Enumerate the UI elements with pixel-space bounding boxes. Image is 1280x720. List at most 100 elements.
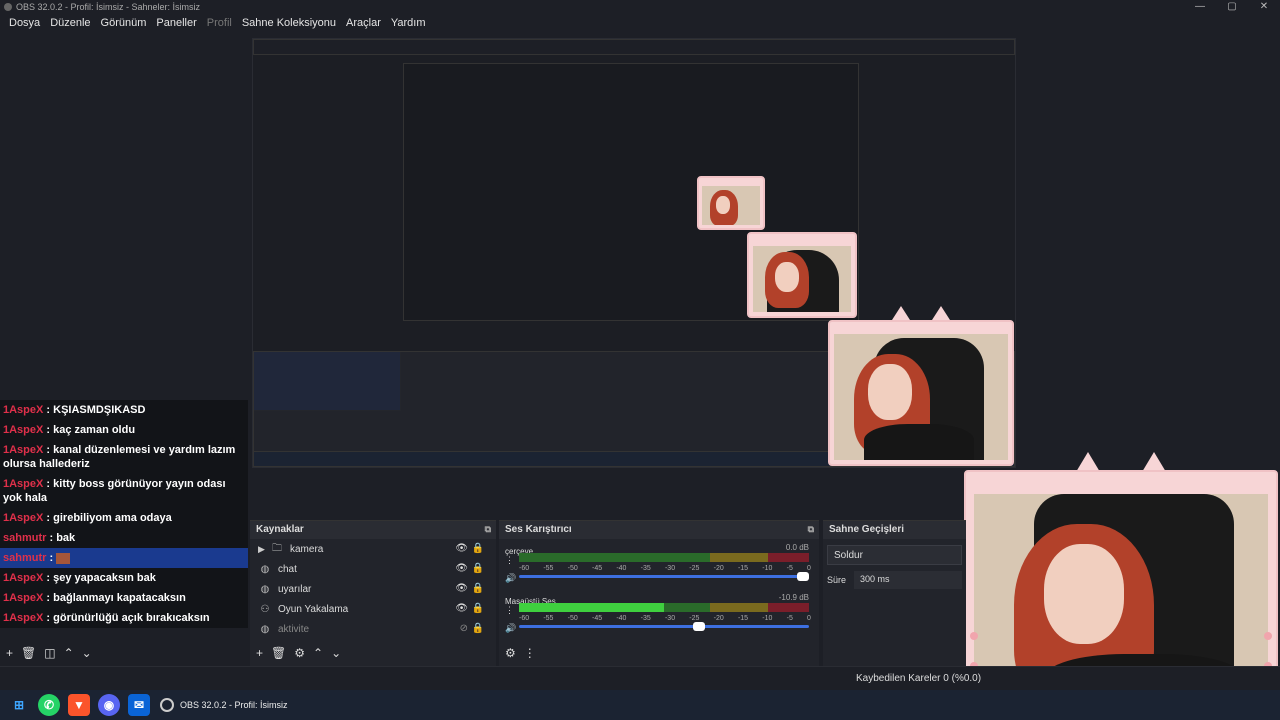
window-title: OBS 32.0.2 - Profil: İsimsiz - Sahneler:… — [16, 2, 201, 12]
slider-knob[interactable] — [797, 572, 810, 581]
mixer-channel-masaustu: Masaüstü Ses -10.9 dB ⋮ -60 -55 -50 -45 -40-… — [505, 593, 811, 634]
mixer-toolbar: ⚙ ⋮ — [505, 646, 536, 660]
outlook-icon[interactable]: ✉ — [128, 694, 150, 716]
menu-dosya[interactable]: Dosya — [4, 14, 45, 34]
menu-sahne-koleksiyonu[interactable]: Sahne Koleksiyonu — [237, 14, 341, 34]
undock-icon[interactable]: ⧉ — [808, 524, 814, 535]
chat-line: 1AspeX : KŞIASMDŞIKASD — [0, 400, 248, 420]
mixer-menu-icon[interactable]: ⋮ — [524, 646, 536, 660]
mixer-header: Ses Karıştırıcı ⧉ — [499, 521, 819, 539]
source-item-oyun-yakalama[interactable]: ⚇ Oyun Yakalama 👁 🔒 — [250, 599, 496, 619]
meter-ticks: -60 -55 -50 -45 -40 -35 -30 -25 -20 -15 -10 -5 0 — [519, 615, 811, 622]
move-up-icon[interactable]: ⌃ — [64, 646, 74, 660]
undock-icon[interactable]: ⧉ — [485, 524, 491, 535]
nested-webcam-frame-small — [697, 176, 765, 230]
close-button[interactable]: ✕ — [1254, 1, 1274, 12]
sources-toolbar: + 🗑 ⚙ ⌃ ⌄ — [256, 646, 341, 660]
source-item-uyarilar[interactable]: ◍ uyarılar 👁 🔒 — [250, 579, 496, 599]
menu-araclar[interactable]: Araçlar — [341, 14, 386, 34]
channel-menu-icon[interactable]: ⋮ — [505, 555, 514, 566]
maximize-button[interactable]: ▢ — [1222, 1, 1242, 12]
audio-mixer-dock: Ses Karıştırıcı ⧉ çerçeve 0.0 dB ⋮ -60 -5… — [499, 520, 819, 666]
transitions-header: Sahne Geçişleri — [823, 521, 966, 539]
cat-ear-right-large — [1142, 452, 1166, 472]
duration-field[interactable]: 300 ms — [854, 571, 962, 589]
visibility-eye-icon[interactable]: 👁 — [455, 603, 468, 614]
meter-ticks: -60 -55 -50 -45 -40 -35 -30 -25 -20 -15 -10 -5 0 — [519, 565, 811, 572]
mixer-channel-cerceve: çerçeve 0.0 dB ⋮ -60 -55 -50 -45 -40 -35 -30 -2… — [505, 543, 811, 584]
remove-source-icon[interactable]: 🗑 — [271, 646, 286, 660]
discord-icon[interactable]: ◉ — [98, 694, 120, 716]
browser-icon: ◍ — [260, 583, 270, 595]
scene-transitions-dock: Sahne Geçişleri Soldur Süre 300 ms — [823, 520, 966, 666]
brave-icon[interactable]: ▼ — [68, 694, 90, 716]
source-item-aktivite[interactable]: ◍ aktivite ⊘ 🔒 — [250, 619, 496, 639]
nested-menubar — [253, 39, 1015, 55]
speaker-icon[interactable]: 🔊 — [505, 623, 516, 634]
sources-header: Kaynaklar ⧉ — [250, 521, 496, 539]
move-up-icon[interactable]: ⌃ — [313, 646, 323, 660]
menu-yardim[interactable]: Yardım — [386, 14, 431, 34]
filters-icon[interactable]: ◫ — [44, 646, 55, 660]
windows-start-icon[interactable]: ⊞ — [8, 694, 30, 716]
webcam-overlay-medium — [828, 320, 1014, 466]
gamepad-icon: ⚇ — [260, 603, 270, 615]
add-source-icon[interactable]: + — [256, 646, 263, 660]
nested-chat — [253, 351, 401, 411]
visibility-eye-icon[interactable]: 👁 — [455, 563, 468, 574]
chat-line: 1AspeX : kanal düzenlemesi ve yardım laz… — [0, 440, 248, 474]
browser-icon: ◍ — [260, 563, 270, 575]
hidden-eye-icon[interactable]: ⊘ — [460, 623, 468, 634]
gear-icon[interactable]: ⚙ — [294, 646, 305, 660]
lock-icon[interactable]: 🔒 — [472, 603, 484, 614]
menu-paneller[interactable]: Paneller — [151, 14, 201, 34]
source-item-chat[interactable]: ◍ chat 👁 🔒 — [250, 559, 496, 579]
visibility-eye-icon[interactable]: 👁 — [455, 583, 468, 594]
cat-ear-right — [932, 306, 950, 320]
transition-select[interactable]: Soldur — [827, 545, 962, 565]
folder-icon: 🗀 — [272, 542, 282, 554]
menu-bar: Dosya Düzenle Görünüm Paneller Profil Sa… — [0, 14, 1280, 34]
volume-meter — [519, 553, 809, 562]
obs-app-icon — [4, 3, 12, 11]
scenes-dock: + 🗑 ◫ ⌃ ⌄ — [0, 520, 248, 666]
menu-duzenle[interactable]: Düzenle — [45, 14, 95, 34]
lock-icon[interactable]: 🔒 — [472, 623, 484, 634]
advanced-audio-icon[interactable]: ⚙ — [505, 646, 516, 660]
obs-taskbar-item[interactable]: OBS 32.0.2 - Profil: İsimsiz — [160, 698, 288, 712]
volume-slider[interactable] — [519, 622, 809, 631]
speaker-icon[interactable]: 🔊 — [505, 573, 516, 584]
obs-icon — [160, 698, 174, 712]
channel-menu-icon[interactable]: ⋮ — [505, 605, 514, 616]
volume-meter — [519, 603, 809, 612]
volume-slider[interactable] — [519, 572, 810, 581]
lock-icon[interactable]: 🔒 — [472, 583, 484, 594]
sources-dock: Kaynaklar ⧉ ▶ 🗀 kamera 👁 🔒 ◍ chat 👁 🔒 ◍ … — [250, 520, 496, 666]
scenes-toolbar: + 🗑 ◫ ⌃ ⌄ — [6, 646, 92, 660]
remove-scene-icon[interactable]: 🗑 — [21, 646, 36, 660]
add-scene-icon[interactable]: + — [6, 646, 13, 660]
move-down-icon[interactable]: ⌄ — [82, 646, 92, 660]
duration-row: Süre 300 ms — [827, 571, 962, 589]
menu-gorunum[interactable]: Görünüm — [96, 14, 152, 34]
taskbar: ⊞ ✆ ▼ ◉ ✉ OBS 32.0.2 - Profil: İsimsiz — [0, 690, 1280, 720]
nested-webcam-frame — [747, 232, 857, 318]
lock-icon[interactable]: 🔒 — [472, 543, 484, 554]
source-item-kamera[interactable]: ▶ 🗀 kamera 👁 🔒 — [250, 539, 496, 559]
chat-line: 1AspeX : kaç zaman oldu — [0, 420, 248, 440]
lock-icon[interactable]: 🔒 — [472, 563, 484, 574]
title-bar: OBS 32.0.2 - Profil: İsimsiz - Sahneler:… — [0, 0, 1280, 14]
move-down-icon[interactable]: ⌄ — [331, 646, 341, 660]
browser-icon: ◍ — [260, 623, 270, 635]
chat-line: 1AspeX : kitty boss görünüyor yayın odas… — [0, 474, 248, 508]
dropped-frames: Kaybedilen Kareler 0 (%0.0) — [856, 673, 982, 684]
menu-profil[interactable]: Profil — [202, 14, 237, 34]
minimize-button[interactable]: — — [1190, 1, 1210, 12]
visibility-eye-icon[interactable]: 👁 — [455, 543, 468, 554]
cat-ear-left — [892, 306, 910, 320]
slider-knob[interactable] — [692, 622, 705, 631]
expand-icon[interactable]: ▶ — [258, 544, 268, 555]
status-bar: Kaybedilen Kareler 0 (%0.0) — [0, 666, 1280, 690]
whatsapp-icon[interactable]: ✆ — [38, 694, 60, 716]
cat-ear-left-large — [1076, 452, 1100, 472]
